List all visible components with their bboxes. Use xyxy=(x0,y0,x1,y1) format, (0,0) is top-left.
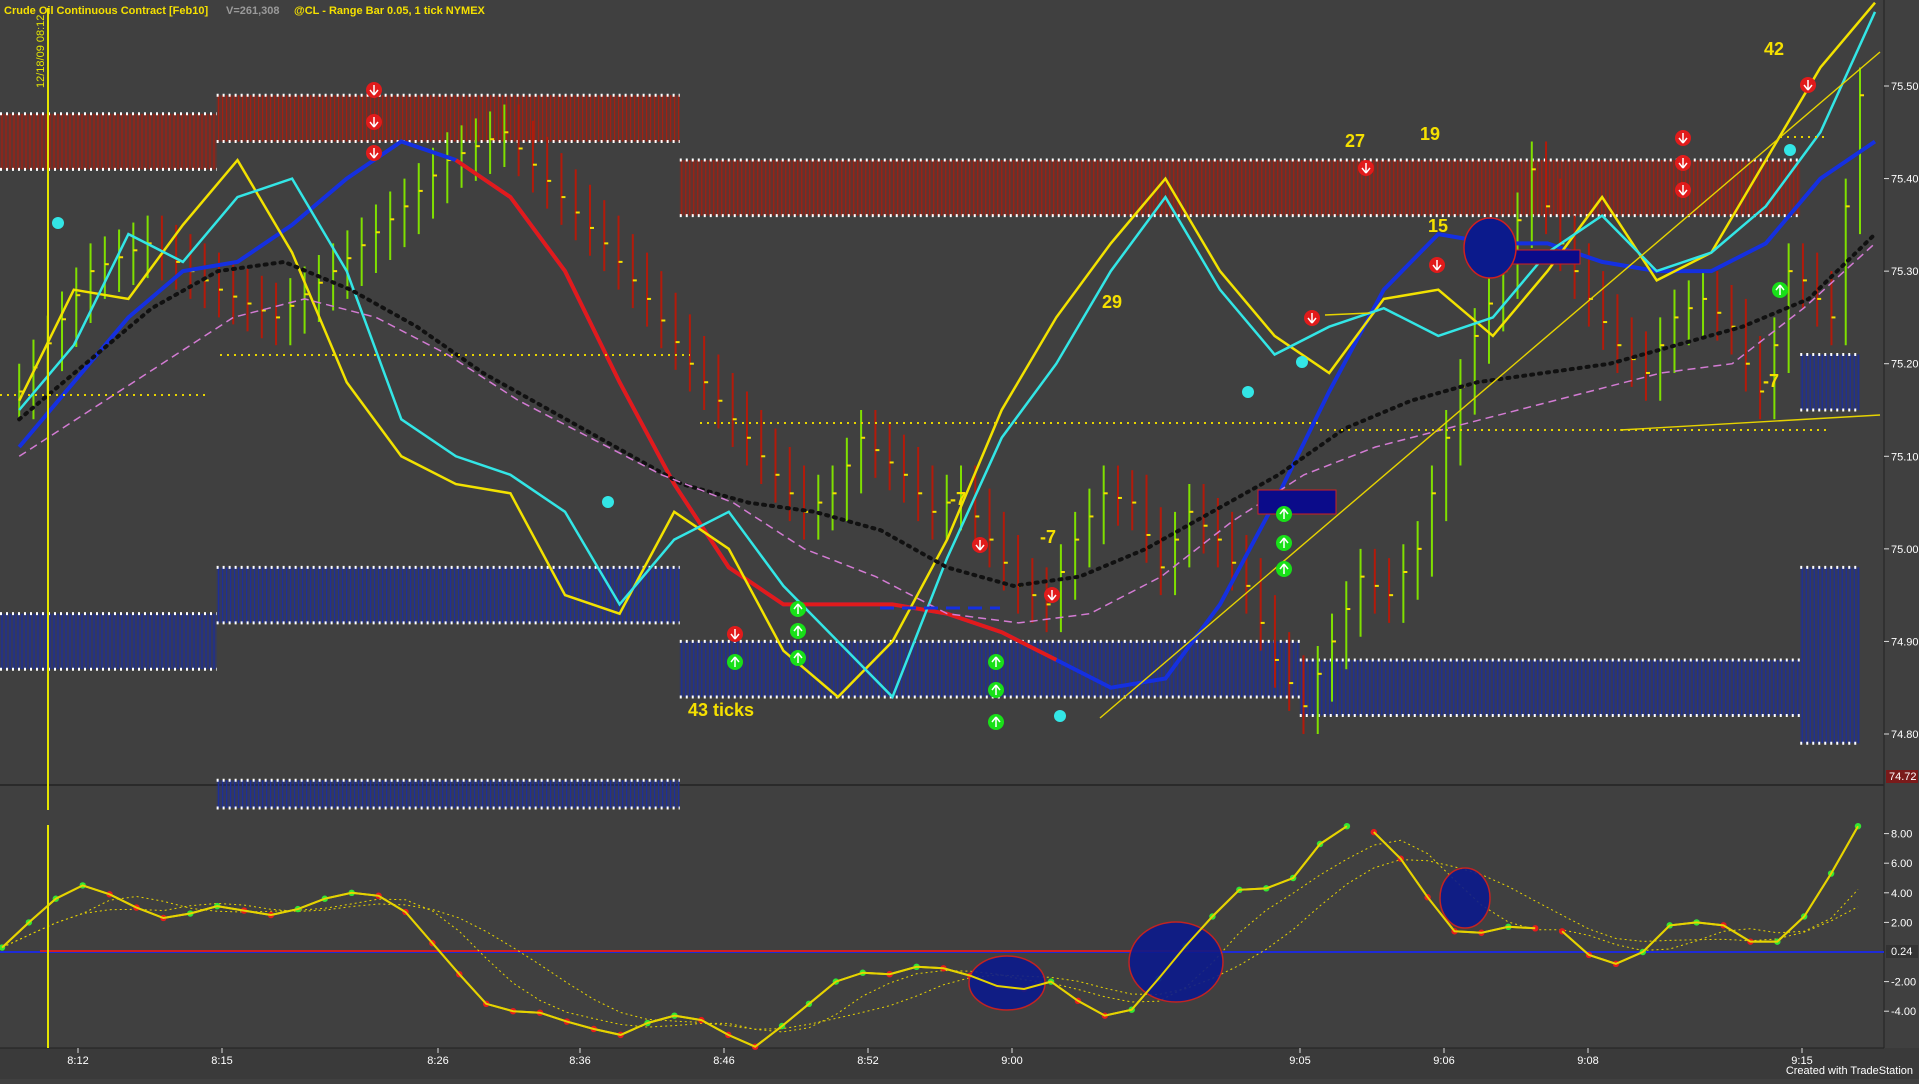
time-tick-label: 8:46 xyxy=(713,1055,734,1067)
osc-tick-label: 4.00 xyxy=(1891,888,1912,900)
cyan-signal-dot xyxy=(1242,386,1254,398)
chart-annotation: -7 xyxy=(1040,527,1056,547)
chart-annotation: 42 xyxy=(1764,39,1784,59)
time-tick-label: 9:06 xyxy=(1433,1055,1454,1067)
price-tick-label: 75.00 xyxy=(1891,544,1919,556)
support-zone xyxy=(1800,565,1860,745)
instrument-title: Crude Oil Continuous Contract [Feb10] xyxy=(4,5,208,17)
chart-annotation: 43 ticks xyxy=(688,700,754,720)
zone-fill xyxy=(679,160,1801,216)
price-tick-label: 75.40 xyxy=(1891,174,1919,186)
highlight-box xyxy=(1509,249,1581,265)
chart-window: 74.80 74.90 75.00 75.10 75.20 75.30 75.40 75.50… xyxy=(0,0,1919,1079)
time-tick-label: 8:52 xyxy=(857,1055,878,1067)
time-axis-strip xyxy=(0,1048,1919,1079)
price-tick-label: 75.10 xyxy=(1891,451,1919,463)
osc-highlight-ellipse xyxy=(1439,867,1491,929)
chart-annotation: 27 xyxy=(1345,131,1365,151)
osc-tick-label: -2.00 xyxy=(1891,977,1916,989)
osc-tick-label: 2.00 xyxy=(1891,917,1912,929)
time-tick-label: 9:08 xyxy=(1577,1055,1598,1067)
price-tick-label: 74.80 xyxy=(1891,729,1919,741)
time-tick-label: 8:36 xyxy=(569,1055,590,1067)
cyan-signal-dot xyxy=(1054,710,1066,722)
cyan-signal-dot xyxy=(1296,356,1308,368)
osc-tick-label: -4.00 xyxy=(1891,1006,1916,1018)
date-stamp: 12/18/09 08:12 xyxy=(35,15,47,88)
osc-highlight-ellipse xyxy=(968,955,1046,1011)
highlight-box xyxy=(1257,489,1337,515)
time-tick-label: 9:05 xyxy=(1289,1055,1310,1067)
osc-tick-label: 8.00 xyxy=(1891,829,1912,841)
chart-annotation: -7 xyxy=(1763,371,1779,391)
support-zone xyxy=(0,612,217,671)
price-tick-label: 75.30 xyxy=(1891,266,1919,278)
price-tick-label: 74.90 xyxy=(1891,636,1919,648)
footer-credit: Created with TradeStation xyxy=(1786,1065,1913,1077)
time-tick-label: 8:15 xyxy=(211,1055,232,1067)
support-zone xyxy=(1800,352,1860,412)
symbol-info: @CL - Range Bar 0.05, 1 tick NYMEX xyxy=(294,5,486,17)
volume-readout: V=261,308 xyxy=(226,5,280,17)
osc-current-value: 0.24 xyxy=(1891,946,1912,958)
price-tick-label: 75.50 xyxy=(1891,81,1919,93)
cyan-signal-dot xyxy=(1784,144,1796,156)
chart-annotation: 19 xyxy=(1420,124,1440,144)
resistance-zone xyxy=(0,112,217,171)
zone-fill xyxy=(0,613,217,670)
support-zone xyxy=(216,778,680,810)
price-current-value: 74.72 xyxy=(1889,771,1917,783)
cyan-signal-dot xyxy=(602,496,614,508)
chart-annotation: 29 xyxy=(1102,292,1122,312)
highlight-ellipse xyxy=(1463,217,1517,279)
resistance-zone xyxy=(679,158,1801,218)
price-tick-label: 75.20 xyxy=(1891,359,1919,371)
time-tick-label: 8:26 xyxy=(427,1055,448,1067)
support-zone xyxy=(1299,658,1801,717)
time-tick-label: 9:00 xyxy=(1001,1055,1022,1067)
osc-tick-label: 6.00 xyxy=(1891,858,1912,870)
chart-annotation: 15 xyxy=(1428,216,1448,236)
cyan-signal-dot xyxy=(52,217,64,229)
osc-highlight-ellipse xyxy=(1128,921,1224,1003)
zone-fill xyxy=(0,113,217,170)
support-zone xyxy=(216,565,680,625)
chart-svg: 74.80 74.90 75.00 75.10 75.20 75.30 75.40 75.50… xyxy=(0,0,1919,1079)
chart-annotation: -7 xyxy=(950,489,966,509)
time-tick-label: 8:12 xyxy=(67,1055,88,1067)
